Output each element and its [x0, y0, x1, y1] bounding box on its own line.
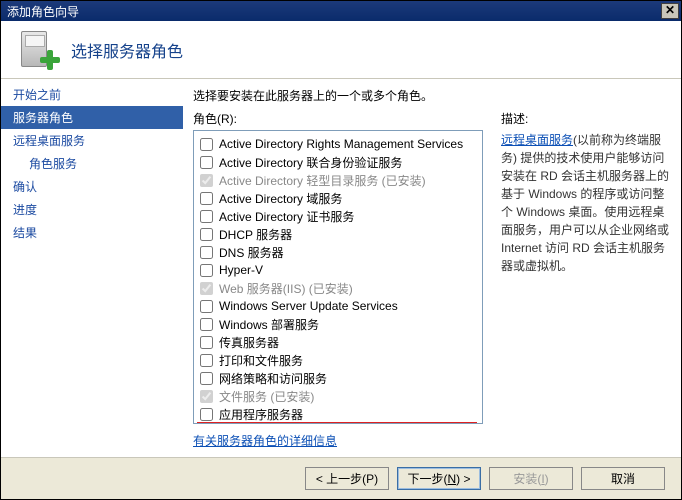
role-label: DHCP 服务器 — [219, 226, 292, 243]
description-label: 描述: — [501, 110, 671, 127]
sidebar-step[interactable]: 结果 — [1, 221, 183, 244]
role-label: 远程桌面服务 — [219, 424, 291, 425]
role-row[interactable]: Active Directory 证书服务 — [200, 207, 476, 225]
cancel-button[interactable]: 取消 — [581, 467, 665, 490]
role-row[interactable]: Windows Server Update Services — [200, 297, 476, 315]
role-checkbox[interactable] — [200, 408, 213, 421]
description-text: 远程桌面服务(以前称为终端服务) 提供的技术使用户能够访问安装在 RD 会话主机… — [501, 131, 671, 275]
role-label: Active Directory 证书服务 — [219, 208, 354, 225]
role-row[interactable]: DNS 服务器 — [200, 243, 476, 261]
role-row[interactable]: Windows 部署服务 — [200, 315, 476, 333]
more-info-link[interactable]: 有关服务器角色的详细信息 — [193, 434, 337, 448]
sidebar-step[interactable]: 服务器角色 — [1, 106, 183, 129]
wizard-window: 添加角色向导 ✕ 选择服务器角色 开始之前服务器角色远程桌面服务角色服务确认进度… — [0, 0, 682, 500]
role-label: DNS 服务器 — [219, 244, 284, 261]
roles-listbox[interactable]: Active Directory Rights Management Servi… — [193, 130, 483, 424]
role-checkbox[interactable] — [200, 372, 213, 385]
wizard-body: 开始之前服务器角色远程桌面服务角色服务确认进度结果 选择要安装在此服务器上的一个… — [1, 79, 681, 457]
roles-label: 角色(R): — [193, 110, 483, 127]
description-column: 描述: 远程桌面服务(以前称为终端服务) 提供的技术使用户能够访问安装在 RD … — [501, 110, 671, 449]
role-row: Active Directory 轻型目录服务 (已安装) — [200, 171, 476, 189]
next-button[interactable]: 下一步(N) > — [397, 467, 481, 490]
role-checkbox[interactable] — [200, 192, 213, 205]
role-checkbox[interactable] — [200, 264, 213, 277]
sidebar-step[interactable]: 确认 — [1, 175, 183, 198]
role-row[interactable]: Active Directory 联合身份验证服务 — [200, 153, 476, 171]
role-label: 网络策略和访问服务 — [219, 370, 327, 387]
instruction-text: 选择要安装在此服务器上的一个或多个角色。 — [193, 87, 671, 104]
role-row: Web 服务器(IIS) (已安装) — [200, 279, 476, 297]
install-button: 安装(I) — [489, 467, 573, 490]
role-row[interactable]: DHCP 服务器 — [200, 225, 476, 243]
wizard-footer: < 上一步(P) 下一步(N) > 安装(I) 取消 — [1, 457, 681, 499]
role-label: 应用程序服务器 — [219, 406, 303, 423]
role-row[interactable]: 网络策略和访问服务 — [200, 369, 476, 387]
role-label: Active Directory 域服务 — [219, 190, 342, 207]
role-label: Windows 部署服务 — [219, 316, 319, 333]
main-panel: 选择要安装在此服务器上的一个或多个角色。 角色(R): Active Direc… — [183, 79, 681, 457]
role-checkbox[interactable] — [200, 336, 213, 349]
close-button[interactable]: ✕ — [661, 3, 679, 19]
role-row[interactable]: 传真服务器 — [200, 333, 476, 351]
roles-column: 角色(R): Active Directory Rights Managemen… — [193, 110, 483, 449]
sidebar-step[interactable]: 开始之前 — [1, 83, 183, 106]
role-checkbox[interactable] — [200, 300, 213, 313]
wizard-header: 选择服务器角色 — [1, 21, 681, 79]
server-add-icon — [19, 29, 59, 71]
role-checkbox[interactable] — [200, 210, 213, 223]
role-label: Web 服务器(IIS) (已安装) — [219, 280, 353, 297]
role-checkbox[interactable] — [200, 318, 213, 331]
role-checkbox[interactable] — [200, 228, 213, 241]
role-row[interactable]: 应用程序服务器 — [200, 405, 476, 423]
more-info-link-container: 有关服务器角色的详细信息 — [193, 432, 483, 449]
sidebar-step[interactable]: 进度 — [1, 198, 183, 221]
role-row[interactable]: Active Directory 域服务 — [200, 189, 476, 207]
role-label: 文件服务 (已安装) — [219, 388, 314, 405]
role-label: Active Directory 轻型目录服务 (已安装) — [219, 172, 426, 189]
role-row[interactable]: 打印和文件服务 — [200, 351, 476, 369]
role-checkbox — [200, 282, 213, 295]
role-checkbox[interactable] — [200, 138, 213, 151]
role-row[interactable]: Hyper-V — [200, 261, 476, 279]
role-label: Windows Server Update Services — [219, 299, 398, 313]
role-row[interactable]: Active Directory Rights Management Servi… — [200, 135, 476, 153]
role-label: Active Directory 联合身份验证服务 — [219, 154, 402, 171]
role-checkbox — [200, 174, 213, 187]
role-checkbox — [200, 390, 213, 403]
description-link[interactable]: 远程桌面服务 — [501, 133, 573, 147]
role-checkbox[interactable] — [200, 354, 213, 367]
sidebar-step[interactable]: 远程桌面服务 — [1, 129, 183, 152]
role-label: Hyper-V — [219, 263, 263, 277]
description-body: (以前称为终端服务) 提供的技术使用户能够访问安装在 RD 会话主机服务器上的基… — [501, 133, 669, 273]
page-title: 选择服务器角色 — [71, 38, 183, 62]
steps-sidebar: 开始之前服务器角色远程桌面服务角色服务确认进度结果 — [1, 79, 183, 457]
sidebar-step[interactable]: 角色服务 — [1, 152, 183, 175]
role-row[interactable]: 远程桌面服务 — [198, 423, 476, 424]
role-checkbox[interactable] — [200, 246, 213, 259]
role-label: Active Directory Rights Management Servi… — [219, 137, 463, 151]
role-row: 文件服务 (已安装) — [200, 387, 476, 405]
role-label: 传真服务器 — [219, 334, 279, 351]
role-checkbox[interactable] — [200, 156, 213, 169]
role-label: 打印和文件服务 — [219, 352, 303, 369]
prev-button[interactable]: < 上一步(P) — [305, 467, 389, 490]
titlebar: 添加角色向导 ✕ — [1, 1, 681, 21]
window-title: 添加角色向导 — [7, 3, 661, 20]
